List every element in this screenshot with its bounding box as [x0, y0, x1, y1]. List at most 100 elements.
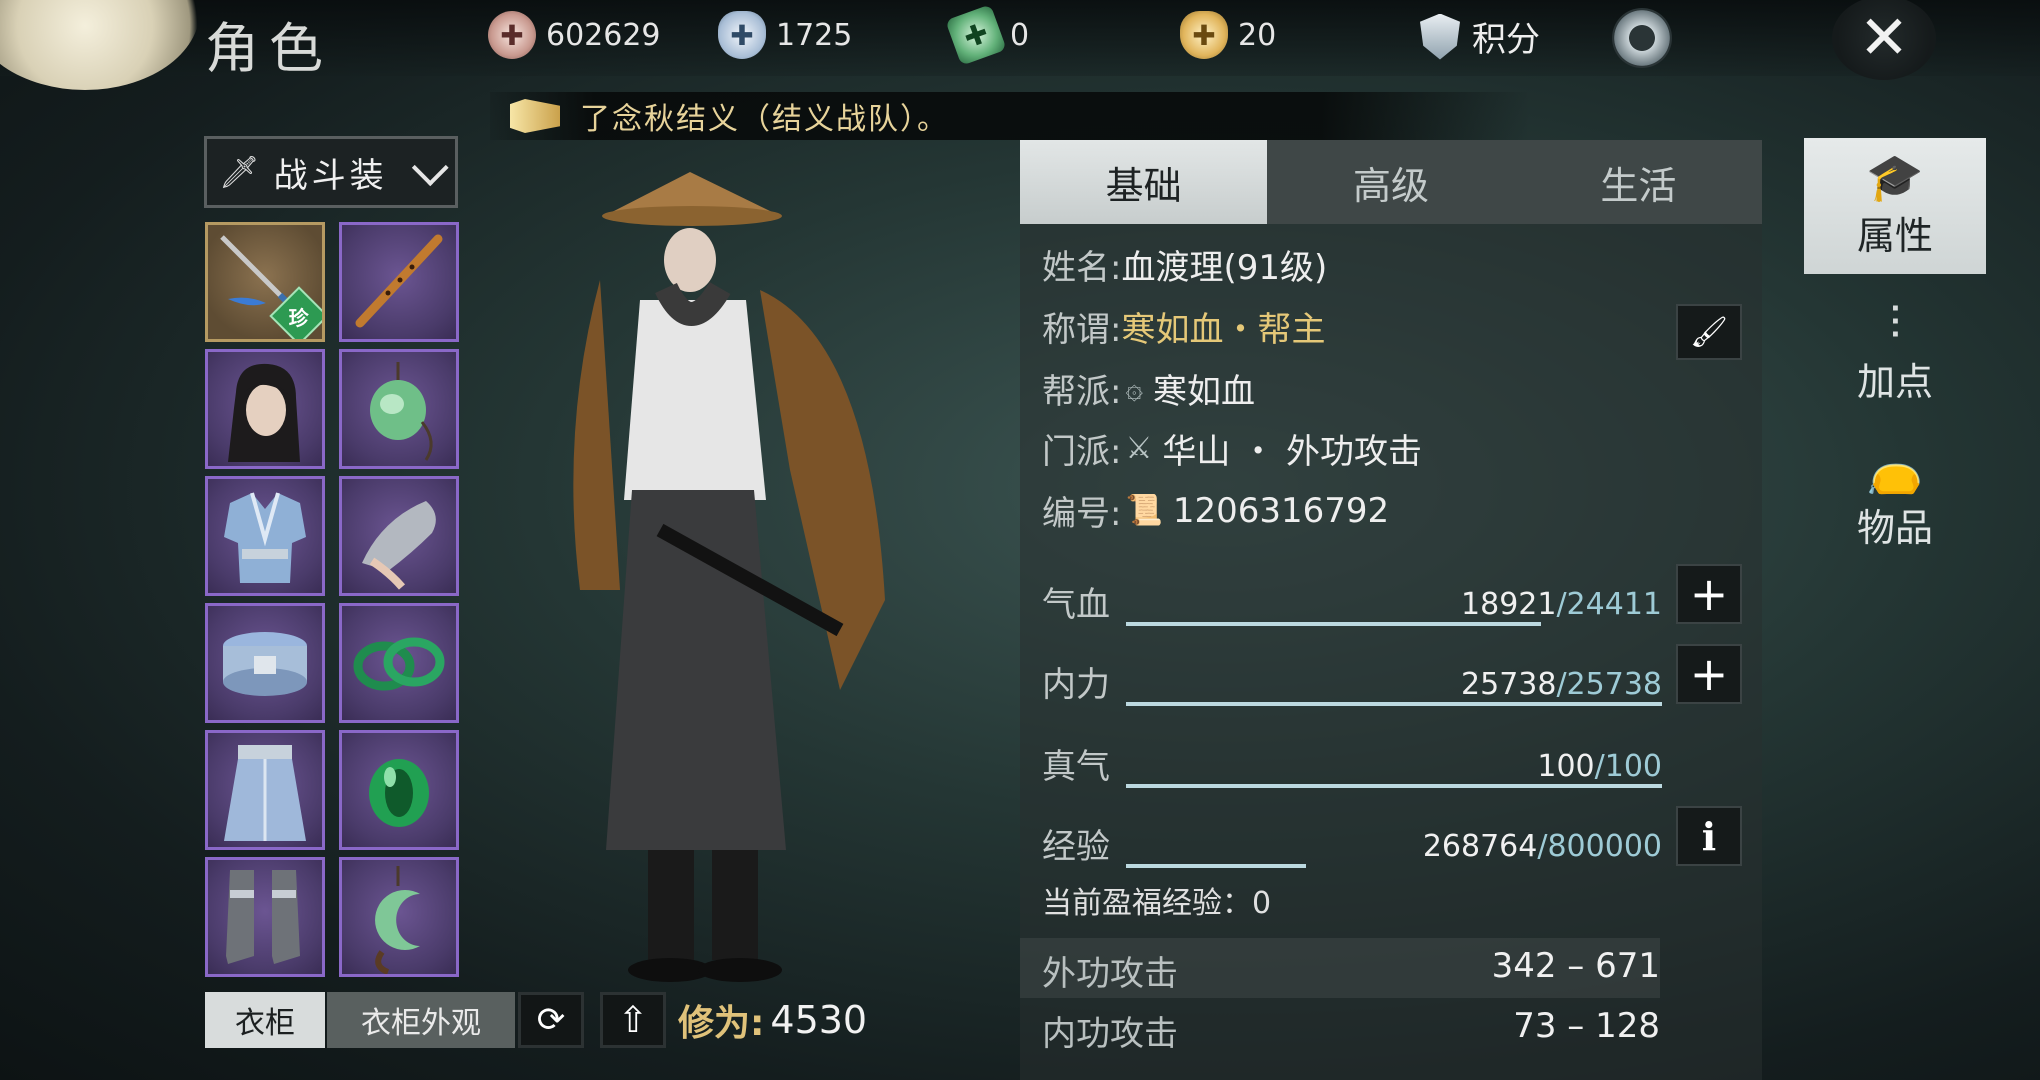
score-label: 积分 [1472, 20, 1540, 60]
qi-stat: 真气 100/100 [1042, 738, 1662, 788]
nav-items[interactable]: 👝 物品 [1804, 430, 1986, 566]
jade-ticket-value: 0 [1010, 17, 1030, 53]
ingot-value: 1725 [776, 17, 853, 53]
mp-bar [1126, 702, 1662, 706]
bag-icon: 👝 [1866, 441, 1924, 496]
weapon-slot[interactable]: 珍 [205, 222, 325, 342]
head-slot[interactable] [205, 349, 325, 469]
jade-ticket-icon: ✚ [945, 4, 1007, 66]
id-value: 1206316792 [1172, 490, 1390, 531]
tab-basic[interactable]: 基础 [1020, 140, 1268, 224]
attack-value: 342 – 671 [1491, 946, 1660, 986]
stat-value: 18921/24411 [1461, 587, 1662, 622]
info-icon: i [1701, 813, 1717, 859]
stat-value: 25738/25738 [1461, 667, 1662, 702]
chest-slot[interactable] [205, 476, 325, 596]
id-key: 编号: [1042, 494, 1122, 534]
glove-slot[interactable] [339, 476, 459, 596]
tab-advanced[interactable]: 高级 [1267, 140, 1514, 224]
hair-icon [228, 363, 300, 462]
emblem-icon[interactable] [1612, 8, 1672, 68]
exp-bar [1126, 864, 1662, 868]
swap-icon: ⟳ [536, 1000, 566, 1040]
nav-points[interactable]: ⫶ 加点 [1804, 284, 1986, 420]
bracelet-slot[interactable] [339, 603, 459, 723]
ingot-resource[interactable]: ✚ 1725 [718, 11, 853, 59]
sword-icon: 🗡 [219, 153, 260, 191]
gold-ingot-resource[interactable]: ✚ 20 [1180, 11, 1276, 59]
swap-button[interactable]: ⟳ [518, 992, 584, 1048]
ingot-icon: ✚ [718, 11, 766, 59]
nav-attributes[interactable]: 🎓 属性 [1804, 138, 1986, 274]
hp-bar [1126, 622, 1662, 626]
score-button[interactable]: 积分 [1420, 12, 1540, 61]
ring-slot[interactable] [339, 730, 459, 850]
cultivation-info: ⇧ 修为: 4530 [600, 990, 867, 1050]
amulet-slot[interactable] [339, 857, 459, 977]
stat-key: 内力 [1042, 665, 1110, 705]
school-key: 门派: [1042, 432, 1122, 472]
belt-slot[interactable] [205, 603, 325, 723]
nav-label: 物品 [1856, 505, 1933, 550]
cultivation-value: 4530 [770, 998, 868, 1042]
nav-label: 加点 [1856, 359, 1933, 404]
pants-slot[interactable] [205, 730, 325, 850]
amulet-icon [375, 866, 420, 974]
character-model [573, 172, 885, 982]
sliders-icon: ⫶ [1889, 295, 1901, 350]
qi-bar [1126, 784, 1662, 788]
guild-row: 帮派: ۞ 寒如血 [1042, 364, 1255, 413]
stat-key: 气血 [1042, 585, 1110, 625]
school-value: 华山 ・ 外功攻击 [1162, 432, 1422, 472]
pendant-slot[interactable] [339, 349, 459, 469]
outfit-dropdown[interactable]: 🗡 战斗装 [204, 136, 458, 208]
internal-attack-row: 内功攻击 73 – 128 [1020, 998, 1660, 1058]
info-tabs: 基础 高级 生活 [1020, 140, 1762, 224]
chevron-down-icon [411, 149, 449, 187]
shield-icon [1420, 13, 1460, 60]
name-value: 血渡理(91级) [1121, 248, 1328, 288]
page-title: 角色 [205, 17, 333, 80]
flute-slot[interactable] [339, 222, 459, 342]
stat-value: 100/100 [1537, 749, 1662, 784]
exp-info-button[interactable]: i [1676, 806, 1742, 866]
jade-pendant-icon [370, 362, 433, 461]
boots-slot[interactable] [205, 857, 325, 977]
name-key: 姓名: [1042, 248, 1122, 288]
add-hp-button[interactable]: + [1676, 564, 1742, 624]
exp-stat: 经验 268764/800000 [1042, 818, 1662, 868]
jade-ticket-resource[interactable]: ✚ 0 [945, 4, 1030, 66]
wardrobe-tab[interactable]: 衣柜 [205, 992, 325, 1048]
horn-icon [510, 99, 560, 133]
hp-stat: 气血 18921/24411 [1042, 576, 1662, 626]
title-key: 称谓: [1042, 310, 1122, 350]
equipment-grid: 珍 [205, 222, 459, 977]
add-mp-button[interactable]: + [1676, 644, 1742, 704]
name-row: 姓名: 血渡理(91级) [1042, 240, 1327, 289]
close-button[interactable]: ✕ [1832, 0, 1936, 80]
silver-resource[interactable]: ✚ 602629 [488, 11, 661, 59]
mp-stat: 内力 25738/25738 [1042, 656, 1662, 706]
attack-key: 外功攻击 [1042, 954, 1178, 994]
upgrade-button[interactable]: ⇧ [600, 992, 666, 1048]
glove-icon [362, 501, 436, 590]
arrow-up-icon: ⇧ [617, 999, 649, 1041]
title-row: 称谓: 寒如血・帮主 [1042, 302, 1325, 351]
guild-key: 帮派: [1042, 372, 1122, 412]
pants-icon [224, 745, 306, 841]
title-value: 寒如血・帮主 [1121, 310, 1326, 350]
boots-icon [226, 870, 300, 964]
silver-value: 602629 [546, 17, 661, 53]
scroll-icon: 📜 [1125, 493, 1163, 528]
armor-icon [224, 492, 306, 583]
brush-icon: 🖌 [1689, 314, 1729, 350]
bracelet-icon [353, 637, 445, 691]
edit-title-button[interactable]: 🖌 [1676, 304, 1742, 360]
notice-text: 了念秋结义（结义战队）。 [580, 102, 949, 137]
gold-ingot-icon: ✚ [1180, 11, 1228, 59]
plus-icon: + [1689, 647, 1729, 701]
tab-life[interactable]: 生活 [1515, 140, 1762, 224]
scholar-icon: 🎓 [1866, 149, 1924, 204]
wardrobe-appearance-tab[interactable]: 衣柜外观 [327, 992, 515, 1048]
close-icon: ✕ [1858, 3, 1910, 73]
